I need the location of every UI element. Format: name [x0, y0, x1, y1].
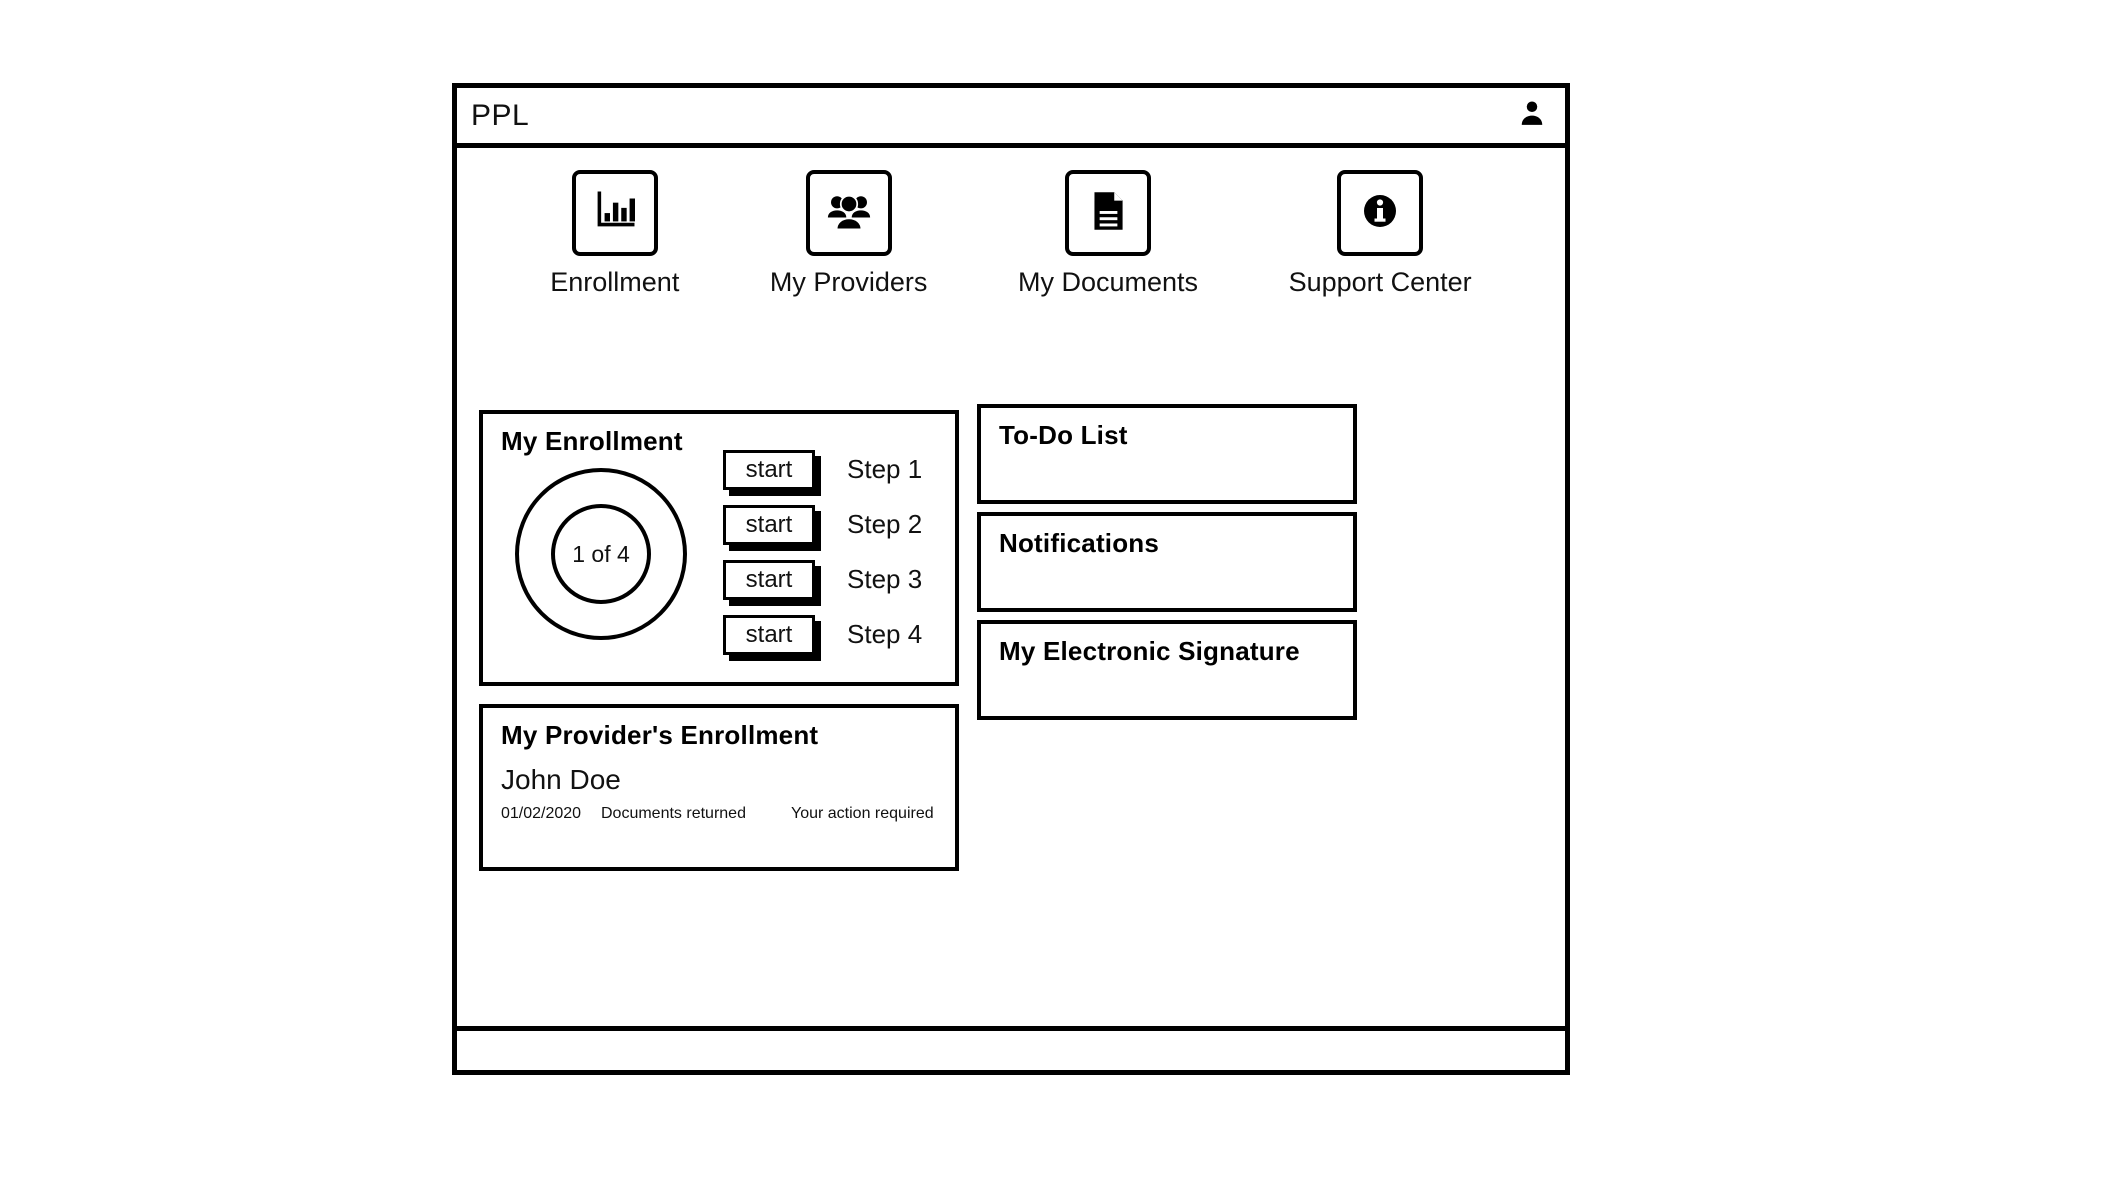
document-icon	[1083, 186, 1133, 241]
user-avatar-icon[interactable]	[1517, 98, 1547, 133]
todo-list-card[interactable]: To-Do List	[977, 404, 1357, 504]
nav-label-my-documents: My Documents	[1017, 267, 1199, 297]
primary-nav: Enrollment My Providers My Documents Sup…	[457, 148, 1565, 330]
bar-chart-icon	[590, 186, 640, 241]
step-label-2: Step 2	[847, 509, 923, 539]
step-label-3: Step 3	[847, 564, 923, 594]
nav-label-support-center: Support Center	[1288, 267, 1472, 297]
nav-item-my-providers[interactable]: My Providers	[769, 170, 928, 297]
nav-item-my-documents[interactable]: My Documents	[1018, 170, 1198, 296]
enrollment-step-row: start Step 1	[723, 442, 943, 497]
electronic-signature-card[interactable]: My Electronic Signature	[977, 620, 1357, 720]
step-label-4: Step 4	[847, 619, 923, 649]
nav-tile-my-documents[interactable]	[1064, 170, 1151, 256]
footer-bar	[457, 1026, 1565, 1070]
nav-label-my-providers: My Providers	[769, 267, 928, 297]
my-enrollment-title: My Enrollment	[501, 426, 683, 456]
notifications-card[interactable]: Notifications	[977, 512, 1357, 612]
app-window: PPL Enrollment My Providers My Documents…	[452, 83, 1570, 1075]
start-button-step-3[interactable]: start	[723, 559, 815, 600]
provider-action-required: Your action required	[791, 805, 934, 822]
title-bar: PPL	[457, 88, 1565, 148]
enrollment-steps-list: start Step 1 start Step 2 start Step 3 s…	[723, 442, 943, 662]
content-area: Enrollment My Providers My Documents Sup…	[457, 148, 1565, 1070]
start-button-step-1[interactable]: start	[723, 449, 815, 490]
nav-tile-enrollment[interactable]	[571, 170, 658, 256]
app-title: PPL	[471, 98, 530, 132]
notifications-title: Notifications	[999, 528, 1160, 558]
start-button-step-4[interactable]: start	[723, 614, 815, 655]
provider-name: John Doe	[501, 764, 621, 795]
nav-item-support-center[interactable]: Support Center	[1289, 170, 1472, 296]
enrollment-step-row: start Step 3	[723, 552, 943, 607]
my-providers-enrollment-card[interactable]: My Provider's Enrollment John Doe 01/02/…	[479, 704, 959, 871]
enrollment-progress-ring: 1 of 4	[515, 468, 687, 640]
my-enrollment-card: My Enrollment 1 of 4 start Step 1 start …	[479, 410, 959, 686]
todo-list-title: To-Do List	[999, 420, 1128, 450]
step-label-1: Step 1	[847, 454, 923, 484]
start-button-step-2[interactable]: start	[723, 504, 815, 545]
provider-meta-row: 01/02/2020 Documents returned Your actio…	[501, 805, 941, 823]
info-circle-icon	[1356, 187, 1404, 240]
enrollment-step-row: start Step 4	[723, 607, 943, 662]
enrollment-step-row: start Step 2	[723, 497, 943, 552]
provider-date: 01/02/2020	[501, 805, 582, 822]
my-providers-enrollment-title: My Provider's Enrollment	[501, 720, 819, 750]
people-group-icon	[823, 185, 875, 242]
nav-tile-my-providers[interactable]	[805, 170, 892, 256]
nav-tile-support-center[interactable]	[1337, 170, 1424, 256]
dashboard-panels: My Enrollment 1 of 4 start Step 1 start …	[457, 330, 1565, 1070]
provider-status: Documents returned	[601, 805, 746, 822]
nav-item-enrollment[interactable]: Enrollment	[550, 170, 679, 296]
progress-ring-inner: 1 of 4	[551, 504, 651, 604]
electronic-signature-title: My Electronic Signature	[999, 636, 1300, 666]
progress-ring-label: 1 of 4	[572, 540, 630, 567]
nav-label-enrollment: Enrollment	[550, 267, 680, 297]
